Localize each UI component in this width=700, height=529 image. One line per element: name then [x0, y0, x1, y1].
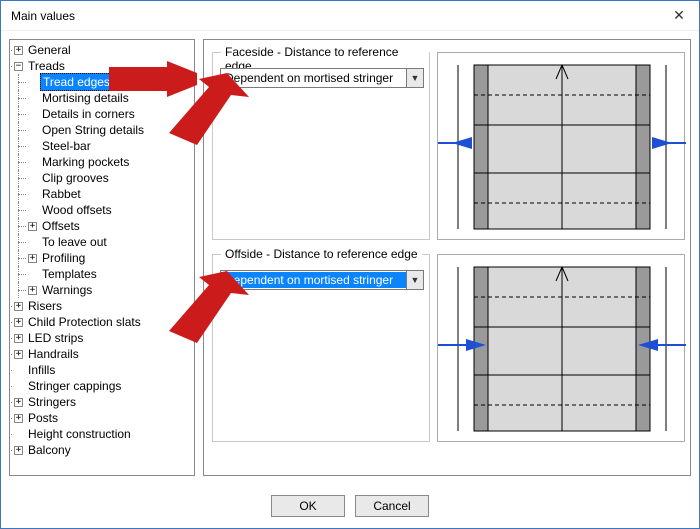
tree-item-to-leave-out[interactable]: To leave out [28, 234, 192, 250]
tree-label: Mortising details [40, 90, 131, 106]
expand-icon[interactable]: + [28, 286, 37, 295]
close-icon: ✕ [673, 7, 685, 24]
titlebar: Main values ✕ [1, 1, 699, 31]
cancel-button[interactable]: Cancel [355, 495, 429, 517]
tree-label: Open String details [40, 122, 146, 138]
tree-item-height-construction[interactable]: Height construction [14, 426, 192, 442]
tree-panel[interactable]: + General − Treads Tread edges Mortising… [9, 39, 195, 476]
dialog-window: Main values ✕ + General − T [0, 0, 700, 529]
tree-label: Treads [26, 58, 67, 74]
expand-icon[interactable]: + [14, 46, 23, 55]
tree-item-infills[interactable]: Infills [14, 362, 192, 378]
tree-item-warnings[interactable]: +Warnings [28, 282, 192, 298]
tree-label: Marking pockets [40, 154, 131, 170]
tree-label: Clip grooves [40, 170, 111, 186]
tree-item-balcony[interactable]: +Balcony [14, 442, 192, 458]
settings-panel: Faceside - Distance to reference edge De… [203, 39, 691, 476]
expand-icon[interactable]: + [28, 222, 37, 231]
tree: + General − Treads Tread edges Mortising… [12, 42, 192, 458]
tree-label: Posts [26, 410, 60, 426]
chevron-down-icon: ▼ [411, 275, 420, 285]
faceside-combo[interactable]: Dependent on mortised stringer ▼ [220, 68, 424, 88]
combo-dropdown-button[interactable]: ▼ [406, 271, 423, 289]
tree-item-handrails[interactable]: +Handrails [14, 346, 192, 362]
tree-item-tread-edges[interactable]: Tread edges [28, 74, 192, 90]
tree-item-marking-pockets[interactable]: Marking pockets [28, 154, 192, 170]
tree-item-details-in-corners[interactable]: Details in corners [28, 106, 192, 122]
dialog-footer: OK Cancel [1, 484, 699, 528]
tree-item-profiling[interactable]: +Profiling [28, 250, 192, 266]
tree-label: Handrails [26, 346, 81, 362]
tree-item-child-protection-slats[interactable]: +Child Protection slats [14, 314, 192, 330]
collapse-icon[interactable]: − [14, 62, 23, 71]
dialog-body: + General − Treads Tread edges Mortising… [1, 31, 699, 484]
tree-item-mortising-details[interactable]: Mortising details [28, 90, 192, 106]
tree-label: Child Protection slats [26, 314, 143, 330]
tree-item-clip-grooves[interactable]: Clip grooves [28, 170, 192, 186]
expand-icon[interactable]: + [14, 414, 23, 423]
tree-item-stringer-cappings[interactable]: Stringer cappings [14, 378, 192, 394]
window-title: Main values [9, 9, 659, 23]
tree-item-led-strips[interactable]: +LED strips [14, 330, 192, 346]
tree-item-offsets[interactable]: +Offsets [28, 218, 192, 234]
ok-button[interactable]: OK [271, 495, 345, 517]
tree-label: Steel-bar [40, 138, 93, 154]
expand-icon[interactable]: + [28, 254, 37, 263]
tree-item-stringers[interactable]: +Stringers [14, 394, 192, 410]
faceside-value: Dependent on mortised stringer [221, 70, 406, 86]
tree-label: Details in corners [40, 106, 137, 122]
tree-item-wood-offsets[interactable]: Wood offsets [28, 202, 192, 218]
tree-label: Stringers [26, 394, 78, 410]
tree-item-rabbet[interactable]: Rabbet [28, 186, 192, 202]
tree-item-open-string-details[interactable]: Open String details [28, 122, 192, 138]
close-button[interactable]: ✕ [659, 1, 699, 31]
expand-icon[interactable]: + [14, 350, 23, 359]
tree-label: Profiling [40, 250, 87, 266]
tree-label: Height construction [26, 426, 133, 442]
tree-label: Templates [40, 266, 99, 282]
tree-label: Risers [26, 298, 64, 314]
combo-dropdown-button[interactable]: ▼ [406, 69, 423, 87]
tree-label: To leave out [40, 234, 109, 250]
offside-combo[interactable]: Dependent on mortised stringer ▼ [220, 270, 424, 290]
tree-label: Balcony [26, 442, 73, 458]
offside-diagram [437, 254, 685, 442]
tree-item-general[interactable]: + General [14, 42, 192, 58]
expand-icon[interactable]: + [14, 334, 23, 343]
faceside-diagram [437, 52, 685, 240]
tree-item-treads[interactable]: − Treads [14, 58, 192, 74]
tree-label: General [26, 42, 73, 58]
tree-item-steel-bar[interactable]: Steel-bar [28, 138, 192, 154]
tree-label: Tread edges [40, 73, 113, 91]
offside-legend: Offside - Distance to reference edge [221, 247, 422, 261]
tree-label: Warnings [40, 282, 94, 298]
expand-icon[interactable]: + [14, 398, 23, 407]
tree-label: Stringer cappings [26, 378, 123, 394]
tree-item-risers[interactable]: +Risers [14, 298, 192, 314]
tree-item-posts[interactable]: +Posts [14, 410, 192, 426]
expand-icon[interactable]: + [14, 302, 23, 311]
chevron-down-icon: ▼ [411, 73, 420, 83]
expand-icon[interactable]: + [14, 318, 23, 327]
offside-value: Dependent on mortised stringer [221, 272, 406, 288]
tree-label: LED strips [26, 330, 85, 346]
tree-label: Rabbet [40, 186, 83, 202]
tree-label: Offsets [40, 218, 82, 234]
tree-label: Infills [26, 362, 57, 378]
tree-item-templates[interactable]: Templates [28, 266, 192, 282]
expand-icon[interactable]: + [14, 446, 23, 455]
tree-label: Wood offsets [40, 202, 114, 218]
